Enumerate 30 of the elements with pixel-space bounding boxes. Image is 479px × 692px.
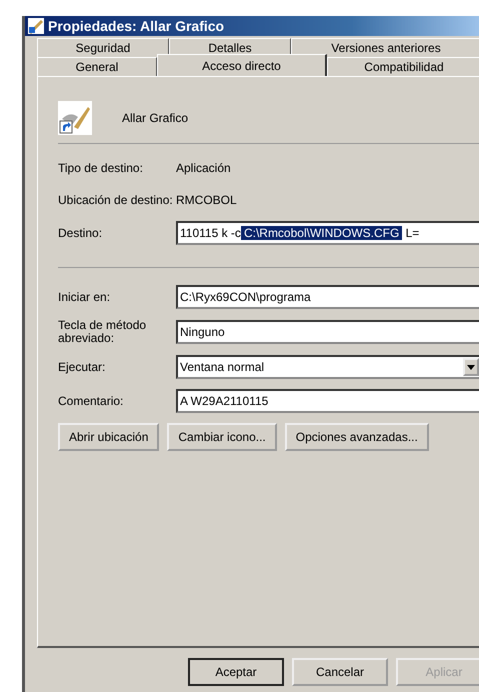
text-field[interactable]: 110115 k -c C:\Rmcobol\WINDOWS.CFG L=: [176, 221, 479, 245]
field-label: Tipo de destino:: [58, 162, 144, 174]
property-value: RMCOBOL: [176, 193, 238, 207]
tab[interactable]: General: [37, 57, 157, 76]
text-field[interactable]: C:\Ryx69CON\programa: [176, 285, 479, 309]
shortcut-name: Allar Grafico: [122, 111, 188, 125]
dialog-button[interactable]: Aceptar: [188, 658, 284, 686]
app-icon: [28, 18, 44, 34]
dialog-button[interactable]: Cancelar: [292, 658, 388, 686]
tab[interactable]: Seguridad: [37, 38, 169, 57]
tab[interactable]: Compatibilidad: [327, 57, 479, 76]
action-button[interactable]: Opciones avanzadas...: [284, 423, 429, 451]
selected-text: C:\Rmcobol\WINDOWS.CFG: [240, 226, 402, 240]
action-button[interactable]: Cambiar icono...: [167, 423, 277, 451]
dropdown-arrow-icon[interactable]: [467, 364, 475, 370]
field-label: Ejecutar:: [58, 360, 106, 374]
field-label: Comentario:: [58, 394, 124, 408]
text-field[interactable]: Ninguno: [176, 320, 479, 344]
action-button[interactable]: Abrir ubicación: [58, 423, 160, 451]
tab[interactable]: Acceso directo: [157, 54, 327, 76]
window-title: Propiedades: Allar Grafico: [48, 18, 224, 34]
field-label: Iniciar en:: [58, 290, 112, 304]
field-label: Tecla de método abreviado:: [58, 319, 148, 345]
tab[interactable]: Versiones anteriores: [291, 38, 479, 57]
dropdown-field[interactable]: Ventana normal: [176, 355, 479, 379]
field-label: Ubicación de destino:: [58, 194, 174, 206]
shortcut-program-icon: [58, 101, 92, 135]
text-field[interactable]: A W29A2110115: [176, 389, 479, 413]
field-label: Destino:: [58, 226, 104, 240]
property-value: Aplicación: [176, 161, 232, 175]
